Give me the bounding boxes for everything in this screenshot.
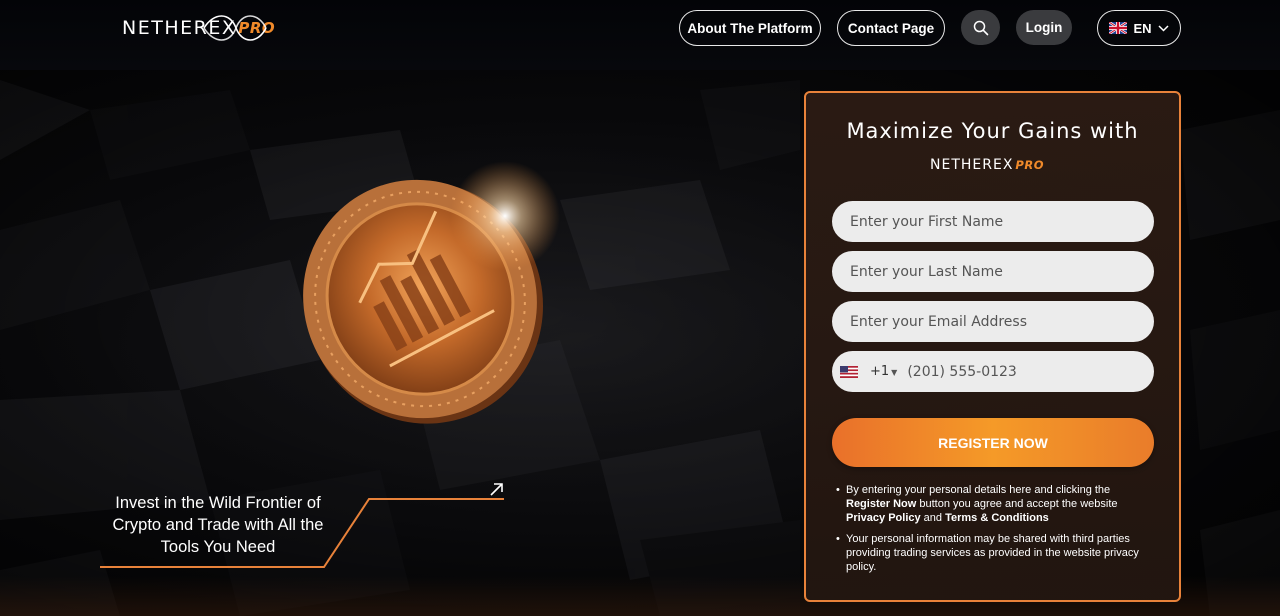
arrow-up-right-icon[interactable] bbox=[489, 482, 504, 497]
disclaimer-and: and bbox=[923, 512, 943, 524]
language-selector[interactable]: EN bbox=[1097, 10, 1181, 46]
us-flag-icon[interactable] bbox=[840, 365, 858, 378]
registration-form-card: Maximize Your Gains with NETHEREX PRO En… bbox=[804, 91, 1181, 602]
phone-input[interactable]: (201) 555-0123 bbox=[907, 364, 1017, 380]
disclaimer-prefix: By entering your personal details here a… bbox=[846, 484, 1111, 496]
chevron-down-icon bbox=[1158, 24, 1169, 32]
language-label: EN bbox=[1133, 20, 1152, 36]
hero-tagline: Invest in the Wild Frontier of Crypto an… bbox=[112, 494, 324, 556]
phone-country-code[interactable]: +1 ▼ bbox=[870, 364, 897, 379]
login-button[interactable]: Login bbox=[1016, 10, 1072, 45]
disclaimer-register-now: Register Now bbox=[846, 498, 917, 510]
terms-conditions-link[interactable]: Terms & Conditions bbox=[945, 512, 1049, 524]
search-icon bbox=[973, 20, 988, 35]
site-header: NETHEREX PRO About The Platform Contact … bbox=[0, 0, 1280, 70]
disclaimer-consent: • By entering your personal details here… bbox=[836, 484, 1118, 524]
form-logo-pro: PRO bbox=[1015, 158, 1044, 172]
nav-about-platform[interactable]: About The Platform bbox=[679, 10, 821, 46]
uk-flag-icon bbox=[1109, 22, 1128, 34]
disclaimer-privacy: • Your personal information may be share… bbox=[836, 532, 1156, 574]
first-name-input[interactable]: Enter your First Name bbox=[832, 201, 1154, 242]
email-input[interactable]: Enter your Email Address bbox=[832, 301, 1154, 342]
privacy-policy-link[interactable]: Privacy Policy bbox=[846, 512, 921, 524]
site-logo[interactable]: NETHEREX PRO bbox=[122, 10, 275, 46]
register-now-button[interactable]: REGISTER NOW bbox=[832, 418, 1154, 467]
coin-image bbox=[303, 161, 560, 424]
disclaimer-middle: button you agree and accept the website bbox=[919, 498, 1118, 510]
form-heading: Maximize Your Gains with bbox=[846, 119, 1139, 143]
nav-contact-page[interactable]: Contact Page bbox=[837, 10, 945, 46]
form-logo: NETHEREX PRO bbox=[930, 151, 1044, 179]
disclaimer-privacy-text: Your personal information may be shared … bbox=[846, 533, 1139, 573]
search-button[interactable] bbox=[961, 10, 1000, 45]
logo-swirl-icon bbox=[203, 15, 267, 41]
phone-field[interactable]: +1 ▼ (201) 555-0123 bbox=[832, 351, 1154, 392]
form-logo-text: NETHEREX bbox=[930, 157, 1014, 173]
last-name-input[interactable]: Enter your Last Name bbox=[832, 251, 1154, 292]
